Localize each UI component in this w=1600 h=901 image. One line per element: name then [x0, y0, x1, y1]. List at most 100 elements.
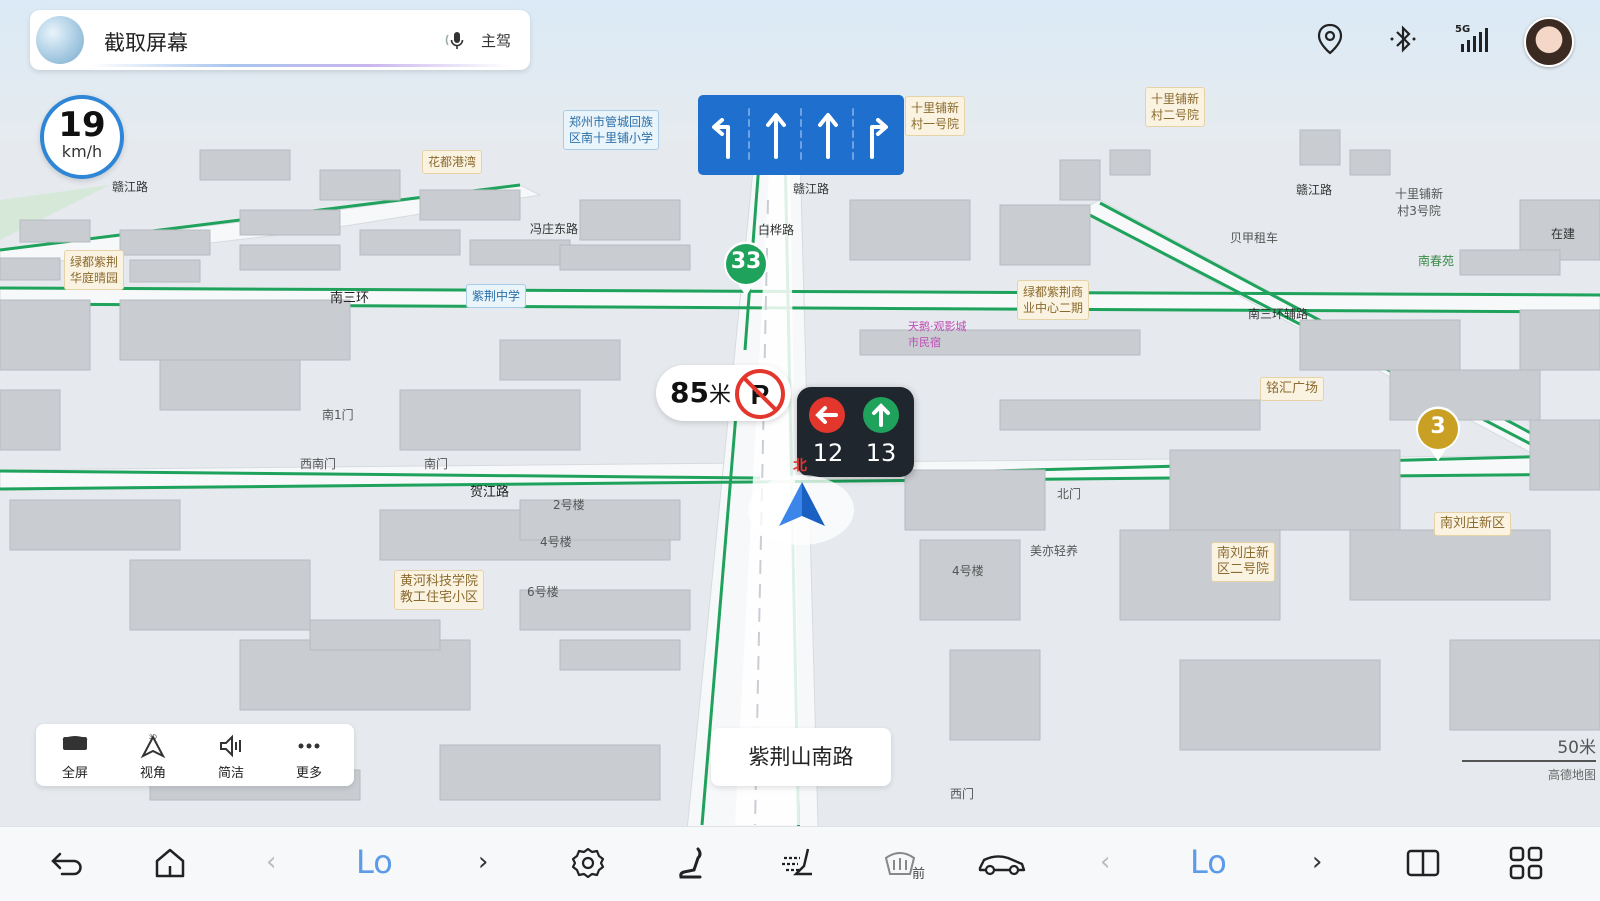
vehicle-arrow-icon [779, 482, 825, 526]
seat-vent-icon [782, 848, 812, 876]
lane-straight-icon [766, 113, 786, 159]
label-building-4: 4号楼 [540, 535, 572, 549]
front-defrost-label: 前 [912, 867, 926, 882]
label-building-6: 6号楼 [527, 585, 559, 599]
no-parking-icon: P [735, 369, 785, 419]
bluetooth-icon[interactable] [1388, 22, 1418, 60]
label-tianyou: 天鹅·观影城 市民宿 [908, 320, 967, 349]
seat-vent-button[interactable] [767, 827, 827, 901]
back-icon [51, 852, 82, 876]
road-bailinglu: 白桦路 [758, 223, 795, 237]
right-temp-increase-icon[interactable]: › [1312, 847, 1322, 877]
distance-unit: 米 [708, 383, 731, 408]
location-icon[interactable] [1316, 22, 1344, 60]
label-shilipu-3: 十里铺新 村3号院 [1395, 187, 1444, 218]
more-label: 更多 [295, 766, 322, 781]
speed-value: 19 [58, 105, 106, 145]
poi-zijing-middle[interactable]: 紫荆中学 [466, 284, 527, 308]
label-building-2: 2号楼 [553, 498, 585, 512]
label-meiyi: 美亦轻养 [1030, 544, 1079, 558]
left-temp-decrease-icon[interactable]: ‹ [266, 847, 276, 877]
split-screen-icon [1406, 849, 1440, 877]
right-temp-decrease-icon[interactable]: ‹ [1100, 847, 1110, 877]
simple-mode-label: 简洁 [217, 766, 244, 781]
straight-arrow-green-icon [863, 397, 899, 433]
poi-huanghe-college[interactable]: 黄河科技学院 教工住宅小区 [394, 570, 485, 610]
right-temperature[interactable]: Lo [1190, 843, 1227, 881]
simple-mode-button[interactable]: 简洁 [192, 724, 270, 786]
settings-icon [571, 847, 605, 879]
road-nansanhuan: 南三环 [330, 291, 370, 306]
road-ganjiang-right: 赣江路 [1296, 183, 1333, 197]
route-badge-3-label: 3 [1430, 414, 1446, 439]
view-angle-label: 视角 [139, 766, 166, 781]
assistant-title: 截取屏幕 [104, 31, 188, 55]
poi-nanliuzhuang-2[interactable]: 南刘庄新 区二号院 [1211, 542, 1276, 582]
road-ganjiang-left: 赣江路 [112, 180, 149, 194]
lane-turn-right-icon [870, 118, 888, 159]
poi-nanliuzhuang[interactable]: 南刘庄新区 [1434, 512, 1512, 536]
bottom-dock: ‹ Lo › 前 ‹ Lo › [0, 826, 1600, 901]
scale-value: 50米 [1557, 738, 1596, 758]
label-beijia: 贝甲租车 [1230, 231, 1279, 245]
route-badge-3[interactable]: 3 [1413, 405, 1463, 469]
straight-countdown: 13 [865, 439, 897, 467]
distance-bubble: 85米 P [656, 365, 791, 421]
apps-grid-button[interactable] [1496, 827, 1556, 901]
north-indicator: 北 [793, 458, 807, 474]
home-icon [155, 848, 185, 878]
label-south-gate: 南门 [424, 457, 449, 471]
apps-grid-icon [1509, 846, 1543, 880]
svg-text:3D: 3D [149, 735, 157, 741]
fullscreen-button[interactable]: 全屏 [36, 724, 114, 786]
more-icon [298, 743, 320, 749]
road-nansanhuan-fulu: 南三环辅路 [1248, 307, 1309, 321]
voice-assistant-bar[interactable]: 截取屏幕 主驾 [30, 10, 530, 70]
poi-zhengzhou-school[interactable]: 郑州市管城回族 区南十里铺小学 [563, 110, 660, 150]
back-button[interactable] [37, 827, 97, 901]
view-angle-button[interactable]: 3D 视角 [114, 724, 192, 786]
road-hejiang: 贺江路 [470, 485, 510, 500]
poi-shilipu-1[interactable]: 十里铺新 村一号院 [905, 96, 966, 136]
road-ganjiang-mid: 赣江路 [793, 182, 830, 196]
map-controls: 全屏 3D 视角 简洁 更多 [36, 724, 354, 786]
fullscreen-label: 全屏 [61, 766, 88, 781]
poi-huadu[interactable]: 花都港湾 [422, 150, 483, 174]
label-south-gate-1: 南1门 [322, 408, 354, 422]
3d-view-icon: 3D [140, 734, 166, 759]
left-temp-increase-icon[interactable]: › [478, 847, 488, 877]
distance-value: 85 [670, 376, 709, 409]
front-defrost-button[interactable]: 前 [870, 827, 930, 901]
label-nanchunyuan: 南春苑 [1418, 254, 1455, 268]
microphone-icon[interactable] [442, 26, 470, 58]
poi-lvdu-zijing[interactable]: 绿都紫荆 华庭晴园 [64, 250, 125, 290]
poi-minghui[interactable]: 铭汇广场 [1260, 377, 1325, 401]
route-badge-33[interactable]: 33 [721, 240, 771, 304]
assistant-orb-icon[interactable] [36, 16, 84, 64]
current-road-name: 紫荆山南路 [711, 728, 891, 786]
map-scale: 50米 高德地图 [1462, 733, 1596, 783]
poi-lvdu-shangye[interactable]: 绿都紫荆商 业中心二期 [1017, 280, 1090, 320]
label-north-gate: 北门 [1057, 487, 1082, 501]
settings-button[interactable] [558, 827, 618, 901]
driver-seat-label: 主驾 [481, 32, 512, 50]
fullscreen-icon [62, 736, 88, 750]
road-pingfeng: 冯庄东路 [530, 222, 579, 236]
scale-bar [1462, 760, 1596, 762]
more-button[interactable]: 更多 [270, 724, 348, 786]
left-temperature[interactable]: Lo [356, 843, 393, 881]
speed-unit: km/h [61, 142, 103, 161]
avatar[interactable] [1524, 17, 1574, 67]
left-countdown: 12 [812, 439, 844, 467]
split-screen-button[interactable] [1393, 827, 1453, 901]
seat-heat-button[interactable] [663, 827, 723, 901]
home-button[interactable] [140, 827, 200, 901]
network-type: 5G [1455, 24, 1471, 35]
car-button[interactable] [972, 827, 1032, 901]
label-zaijian: 在建 [1551, 227, 1576, 241]
voice-glow-bar [90, 64, 510, 67]
speed-indicator: 19 km/h [40, 95, 124, 179]
poi-shilipu-2[interactable]: 十里铺新 村二号院 [1145, 87, 1206, 127]
label-southwest-gate: 西南门 [300, 457, 337, 471]
left-arrow-red-icon [809, 397, 845, 433]
